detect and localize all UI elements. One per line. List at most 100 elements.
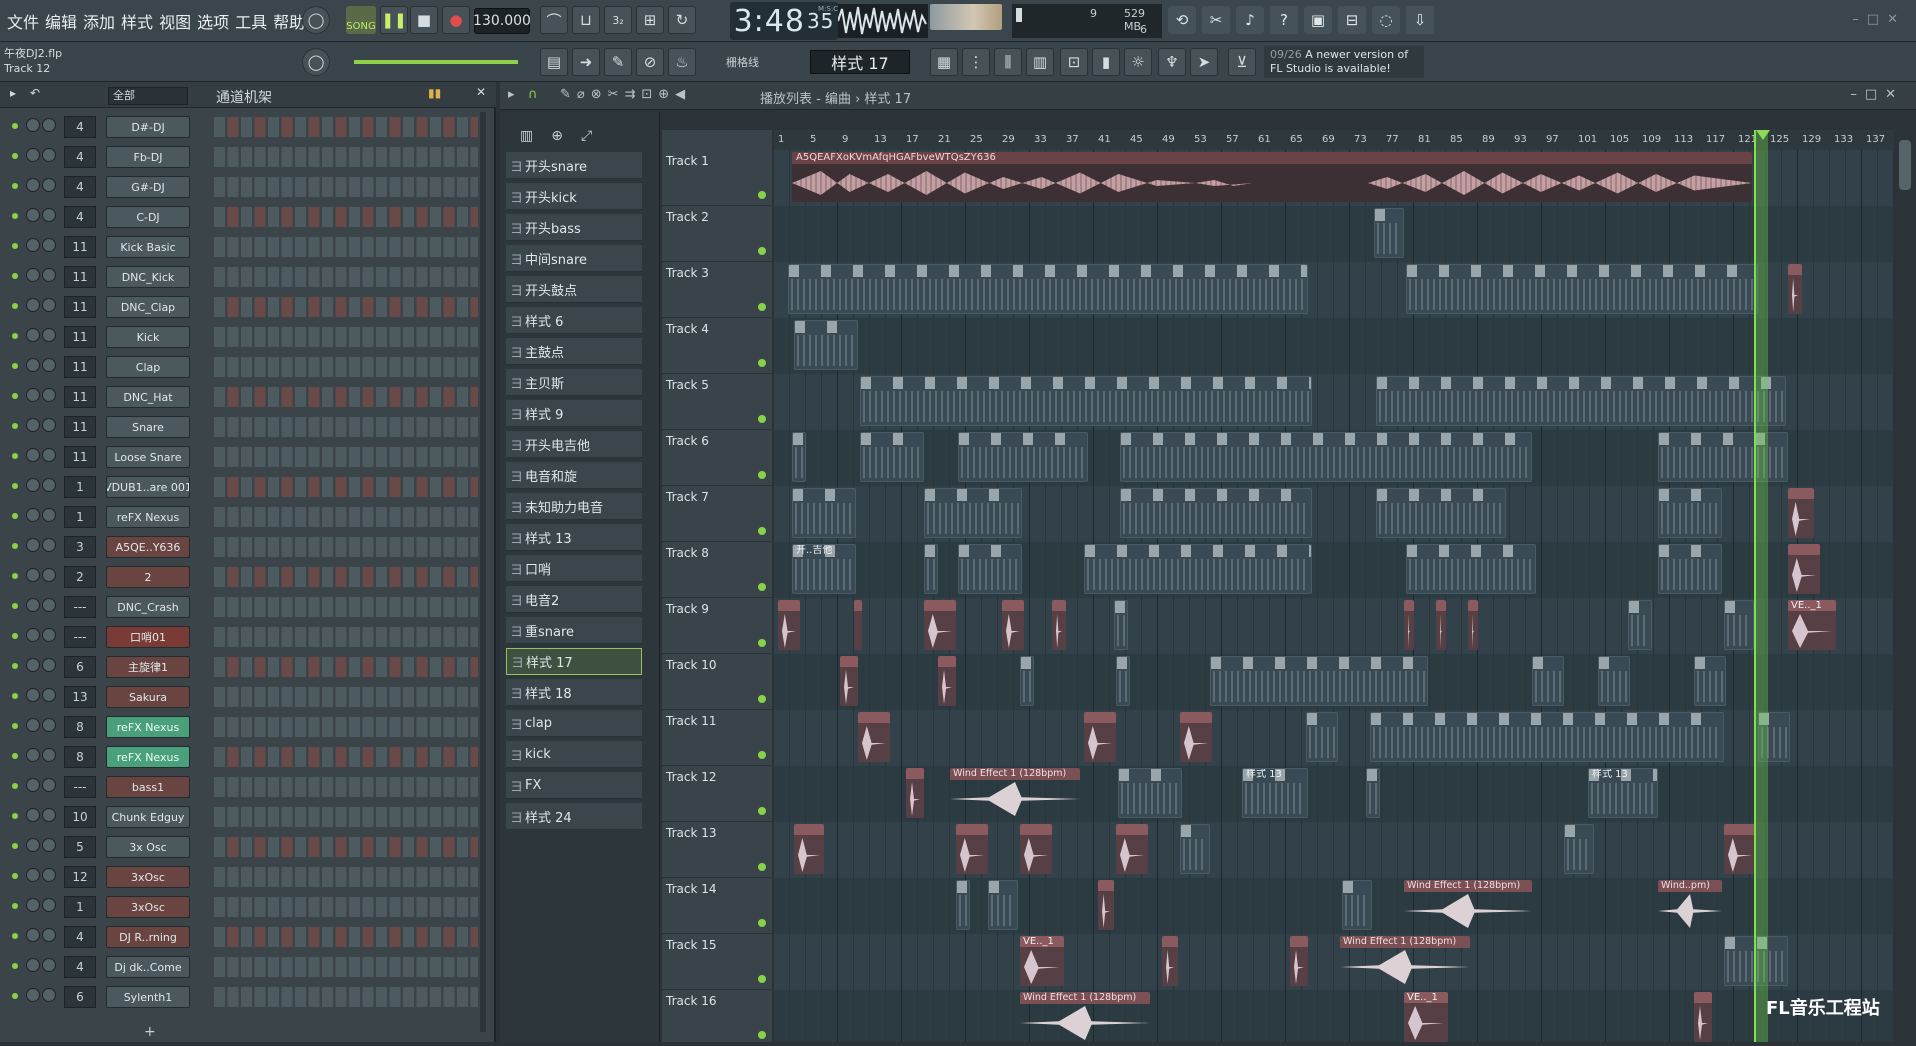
channel-led[interactable] [12,423,18,429]
chat-icon[interactable]: ◌ [1372,6,1400,34]
channel-led[interactable] [12,843,18,849]
performance-icon[interactable]: ♆ [1158,48,1186,76]
channel-mixer-track[interactable]: 4 [64,206,96,228]
channel-vol-knob[interactable] [42,508,56,522]
channel-name-button[interactable]: D#-DJ [106,116,190,138]
channel-led[interactable] [12,633,18,639]
step-sequencer[interactable] [214,207,478,227]
step-sequencer[interactable] [214,237,478,257]
channel-rack-icon[interactable]: ⋮ [962,48,990,76]
channel-mixer-track[interactable]: 6 [64,656,96,678]
step-sequencer[interactable] [214,417,478,437]
step-sequencer[interactable] [214,597,478,617]
playlist-scrollbar[interactable] [1896,130,1914,1042]
channel-name-button[interactable]: G#-DJ [106,176,190,198]
track-mute-led[interactable] [758,975,766,983]
pat-clip[interactable] [1376,376,1786,426]
channel-led[interactable] [12,483,18,489]
windfx-clip[interactable]: Wind Effect 1 (128bpm) [1020,992,1150,1042]
sample-clip[interactable] [1162,936,1178,986]
pat-clip[interactable] [924,488,1022,538]
channel-led[interactable] [12,813,18,819]
track-mute-led[interactable] [758,863,766,871]
channel-vol-knob[interactable] [42,388,56,402]
channel-mixer-track[interactable]: --- [64,596,96,618]
menu-edit[interactable]: 编辑 [42,9,80,33]
pattern-item[interactable]: ヨ kick [506,741,642,768]
download-icon[interactable]: ⇩ [1406,6,1434,34]
tempo-display[interactable]: 130.000 [473,8,531,34]
channel-led[interactable] [12,363,18,369]
channel-led[interactable] [12,213,18,219]
sample-clip[interactable] [1436,600,1446,650]
channel-name-button[interactable]: Kick [106,326,190,348]
menu-options[interactable]: 选项 [194,9,232,33]
step-sequencer[interactable] [214,927,478,947]
sample-clip[interactable] [956,824,988,874]
channel-name-button[interactable]: VDUB1..are 001 [106,476,190,498]
pat-clip[interactable] [956,880,970,930]
pause-button[interactable]: ❚❚ [380,6,408,34]
step-sequencer[interactable] [214,477,478,497]
channel-vol-knob[interactable] [42,538,56,552]
pat-clip[interactable] [1306,712,1338,762]
channel-led[interactable] [12,393,18,399]
channel-row[interactable]: 11 Snare [0,412,484,442]
channel-name-button[interactable]: 主旋律1 [106,656,190,678]
channel-led[interactable] [12,243,18,249]
piano-roll-icon[interactable]: ▤ [540,48,568,76]
step-sequencer[interactable] [214,777,478,797]
step-sequencer[interactable] [214,987,478,1007]
track-mute-led[interactable] [758,807,766,815]
pat-clip[interactable] [860,432,924,482]
channel-vol-knob[interactable] [42,748,56,762]
pattern-item[interactable]: ヨ口哨 [506,555,642,582]
track-mute-led[interactable] [758,639,766,647]
menu-tools[interactable]: 工具 [232,9,270,33]
pattern-item[interactable]: ヨ clap [506,710,642,737]
channel-pan-knob[interactable] [26,568,40,582]
channel-row[interactable]: 12 3xOsc [0,862,484,892]
channel-led[interactable] [12,513,18,519]
mixer-window-icon[interactable]: ⫼ [994,48,1022,76]
channel-pan-knob[interactable] [26,118,40,132]
mic-icon[interactable]: ♪ [1236,6,1264,34]
channel-pan-knob[interactable] [26,778,40,792]
playlist-grid[interactable]: A5QEAFXoKVmAfqHGAFbveWTQsZY636 开..吉他 VE.._… [774,150,1894,1042]
magnet-icon[interactable]: ∩ [528,87,538,102]
link-icon[interactable]: ⊘ [636,48,664,76]
cut-icon[interactable]: ✂ [1202,6,1230,34]
channel-pan-knob[interactable] [26,658,40,672]
channel-vol-knob[interactable] [42,958,56,972]
channel-vol-knob[interactable] [42,838,56,852]
channel-mixer-track[interactable]: 4 [64,116,96,138]
channel-vol-knob[interactable] [42,208,56,222]
channel-pan-knob[interactable] [26,508,40,522]
pat-clip[interactable]: 样式 13 [1588,768,1658,818]
pat-clip[interactable]: 样式 13 [1242,768,1308,818]
sample-clip[interactable] [858,712,890,762]
channel-led[interactable] [12,753,18,759]
pat-clip[interactable] [792,432,806,482]
pattern-item[interactable]: ヨ电音和旋 [506,462,642,489]
sample-clip[interactable] [1404,600,1414,650]
channel-pan-knob[interactable] [26,688,40,702]
step-sequencer[interactable] [214,957,478,977]
track-header[interactable]: Track 15 [662,934,772,990]
channel-name-button[interactable]: Sakura [106,686,190,708]
news-panel[interactable]: 09/26 A newer version of FL Studio is av… [1264,46,1424,78]
step-sequencer[interactable] [214,567,478,587]
pattern-item[interactable]: ヨ开头snare [506,152,642,179]
channel-led[interactable] [12,933,18,939]
channel-name-button[interactable]: bass1 [106,776,190,798]
step-sequencer[interactable] [214,507,478,527]
track-mute-led[interactable] [758,471,766,479]
track-header[interactable]: Track 3 [662,262,772,318]
channel-pan-knob[interactable] [26,808,40,822]
track-header[interactable]: Track 16 [662,990,772,1046]
channel-mixer-track[interactable]: 2 [64,566,96,588]
track-mute-led[interactable] [758,751,766,759]
channel-name-button[interactable]: DJ R..rning [106,926,190,948]
pat-clip[interactable] [924,544,938,594]
channel-led[interactable] [12,783,18,789]
